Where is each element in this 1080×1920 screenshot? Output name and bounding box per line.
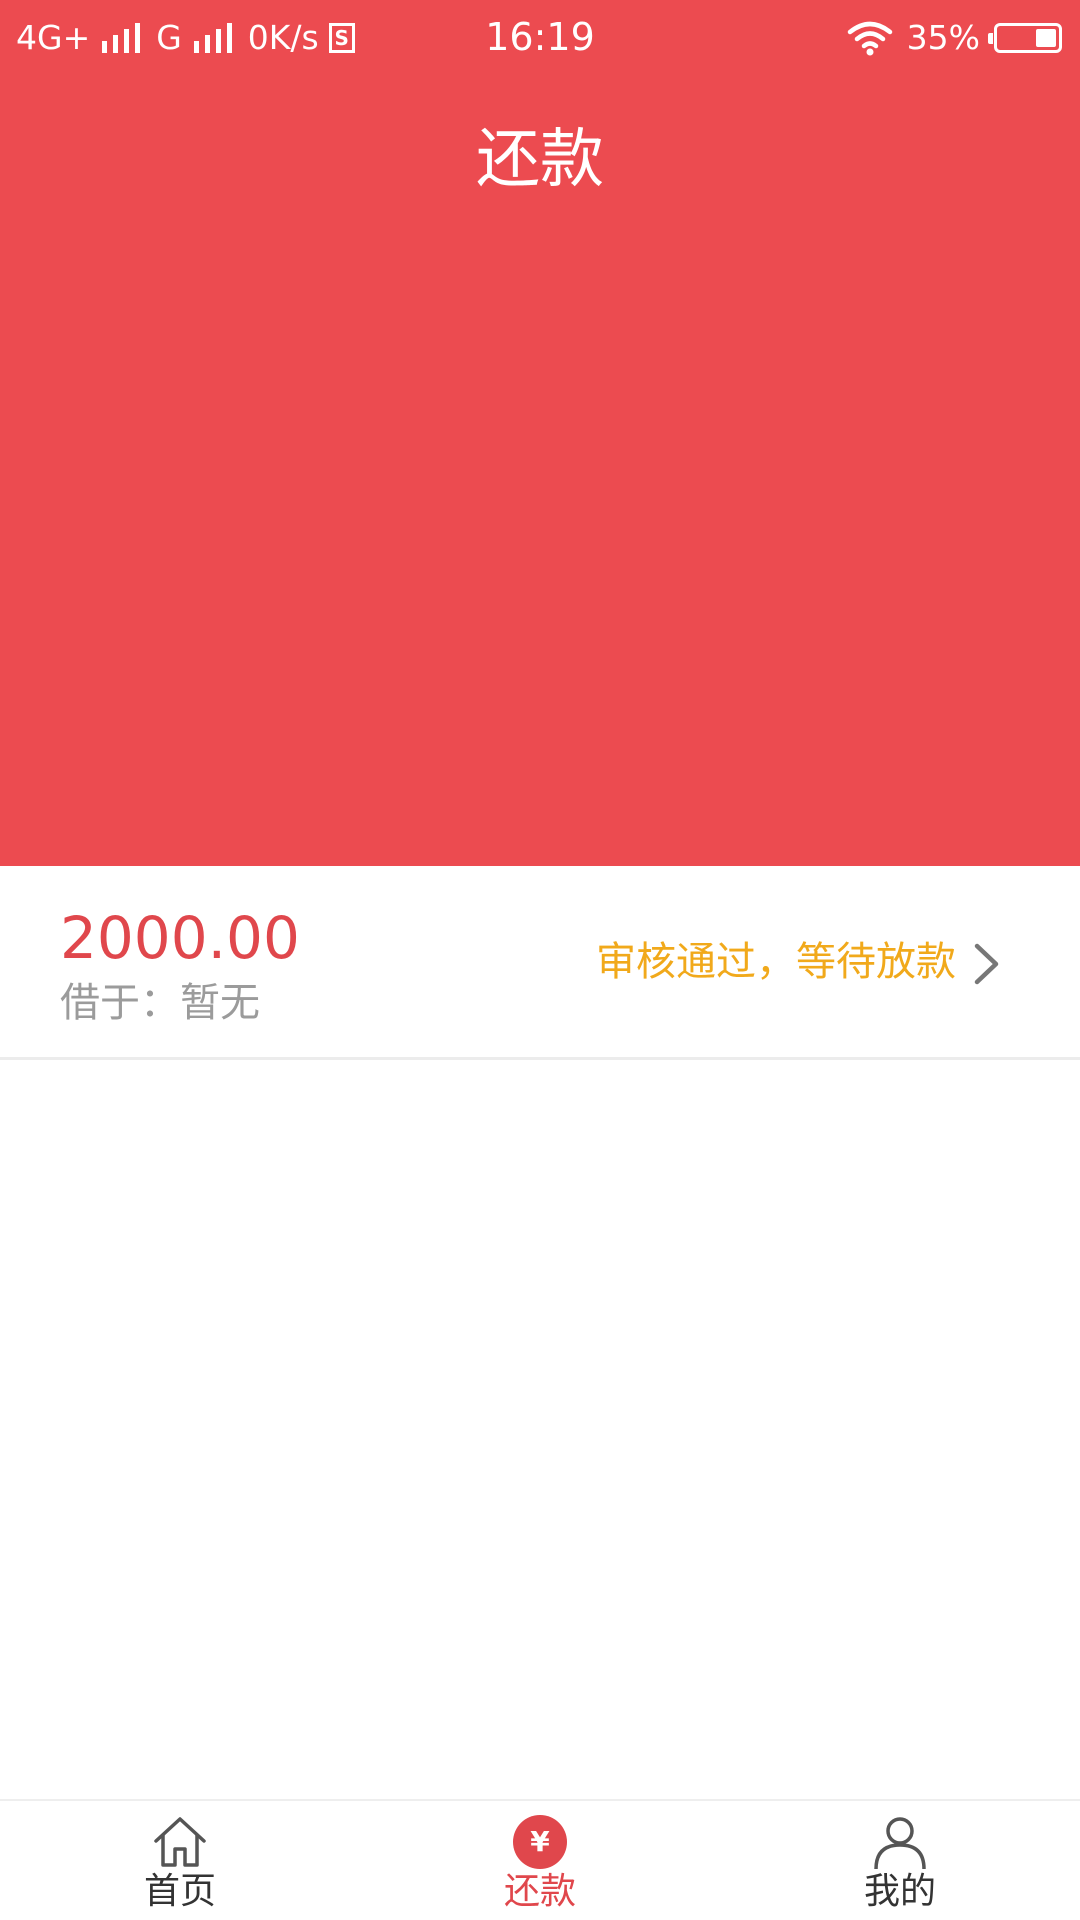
- signal-strength-icon-2: [193, 23, 232, 53]
- page-title: 还款: [476, 123, 604, 197]
- user-icon: [874, 1817, 926, 1869]
- sim-card-icon: S: [328, 23, 355, 53]
- loan-amount: 2000.00: [60, 904, 300, 972]
- tab-repay[interactable]: ¥ 还款: [360, 1801, 720, 1920]
- app-screen: 4G+ G 0K/s S 16:19 35% 还款 2000.00 借于：暂无 …: [0, 0, 1080, 1920]
- battery-level-fill: [1036, 29, 1056, 47]
- header-background: 4G+ G 0K/s S 16:19 35% 还款: [0, 0, 1080, 866]
- loan-record-row[interactable]: 2000.00 借于：暂无 审核通过，等待放款: [0, 866, 1080, 1060]
- network-type-1: 4G+: [16, 18, 91, 57]
- loan-status-text: 审核通过，等待放款: [596, 939, 956, 985]
- home-icon: [154, 1817, 206, 1867]
- battery-icon: [988, 23, 1062, 53]
- tab-mine[interactable]: 我的: [720, 1801, 1080, 1920]
- wifi-icon: [847, 21, 892, 56]
- status-right: 35%: [847, 16, 1062, 60]
- network-type-2: G: [156, 18, 182, 57]
- borrowed-date: 借于：暂无: [60, 978, 260, 1028]
- tab-repay-label: 还款: [503, 1871, 576, 1912]
- bottom-tab-bar: 首页 ¥ 还款 我的: [0, 1799, 1080, 1920]
- status-bar: 4G+ G 0K/s S 16:19 35%: [0, 0, 1080, 74]
- tab-home[interactable]: 首页: [0, 1801, 360, 1920]
- network-speed: 0K/s: [247, 18, 319, 57]
- chevron-right-icon: [974, 943, 999, 985]
- battery-percent: 35%: [906, 18, 980, 57]
- tab-home-label: 首页: [143, 1871, 216, 1912]
- tab-mine-label: 我的: [863, 1871, 936, 1912]
- signal-strength-icon: [102, 23, 141, 53]
- yen-icon: ¥: [513, 1815, 567, 1869]
- status-time: 16:19: [485, 15, 595, 59]
- borrowed-label: 借于：: [60, 980, 180, 1026]
- sim-card-letter: S: [334, 26, 349, 50]
- status-left: 4G+ G 0K/s S: [16, 16, 355, 60]
- borrowed-value: 暂无: [180, 980, 260, 1026]
